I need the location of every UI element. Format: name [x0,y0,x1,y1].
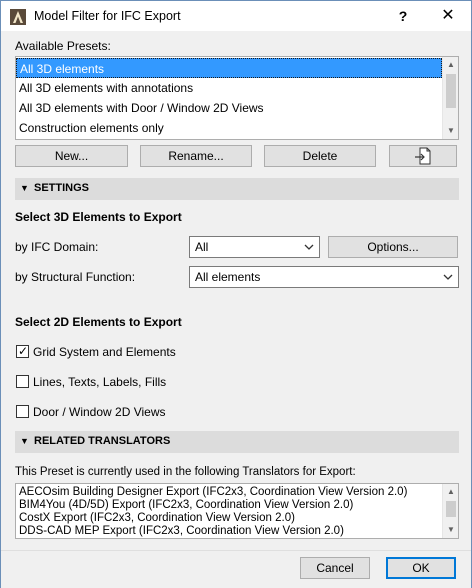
archicad-app-icon [10,9,26,25]
chevron-down-icon [443,274,453,280]
translator-item: AECOsim Building Designer Export (IFC2x3… [19,486,408,498]
settings-section-header[interactable]: ▼ SETTINGS [15,178,459,200]
grid-system-checkbox[interactable]: ✓ [16,344,29,358]
ifc-domain-dropdown[interactable]: All [189,236,320,258]
structural-function-value: All elements [195,270,261,284]
ifc-domain-value: All [195,240,209,254]
dialog-window: Model Filter for IFC Export ? ✕ Availabl… [0,0,472,588]
ifc-domain-label: by IFC Domain: [15,240,99,254]
door-window-views-checkbox[interactable] [16,405,29,418]
translators-scrollbar[interactable]: ▲ ▼ [442,484,458,538]
scroll-up-icon[interactable]: ▲ [443,484,458,500]
collapse-triangle-icon: ▼ [20,436,29,446]
preset-item-construction[interactable]: Construction elements only [16,118,442,138]
preset-item-door-window[interactable]: All 3D elements with Door / Window 2D Vi… [16,98,442,118]
dialog-footer: Cancel OK [1,550,471,588]
delete-preset-button[interactable]: Delete [264,145,376,167]
options-button[interactable]: Options... [328,236,458,258]
ok-button[interactable]: OK [386,557,456,579]
3d-elements-heading: Select 3D Elements to Export [15,210,182,224]
title-bar: Model Filter for IFC Export ? ✕ [1,1,471,31]
structural-function-label: by Structural Function: [15,270,136,284]
import-preset-button[interactable] [389,145,457,167]
preset-list-scrollbar[interactable]: ▲ ▼ [442,57,458,139]
chevron-down-icon [304,244,314,250]
translator-item: CostX Export (IFC2x3, Coordination View … [19,512,295,524]
2d-elements-heading: Select 2D Elements to Export [15,315,182,329]
scroll-up-icon[interactable]: ▲ [443,57,458,73]
import-file-icon [415,147,431,165]
scroll-thumb[interactable] [446,74,456,108]
new-preset-button[interactable]: New... [15,145,128,167]
scroll-down-icon[interactable]: ▼ [443,123,458,139]
window-title: Model Filter for IFC Export [34,9,181,23]
rename-preset-button[interactable]: Rename... [140,145,252,167]
translators-list[interactable]: AECOsim Building Designer Export (IFC2x3… [15,483,459,539]
related-translators-section-title: RELATED TRANSLATORS [34,435,171,447]
grid-system-label[interactable]: Grid System and Elements [33,345,176,359]
settings-section-title: SETTINGS [34,182,90,194]
translator-item: BIM4You (4D/5D) Export (IFC2x3, Coordina… [19,499,354,511]
scroll-down-icon[interactable]: ▼ [443,522,458,538]
related-translators-section-header[interactable]: ▼ RELATED TRANSLATORS [15,431,459,453]
collapse-triangle-icon: ▼ [20,183,29,193]
translator-item: DDS-CAD MEP Export (IFC2x3, Coordination… [19,525,344,537]
lines-texts-checkbox[interactable] [16,375,29,388]
door-window-views-label[interactable]: Door / Window 2D Views [33,405,166,419]
close-button[interactable]: ✕ [425,1,471,31]
translators-description: This Preset is currently used in the fol… [15,466,356,478]
structural-function-dropdown[interactable]: All elements [189,266,459,288]
preset-item-annotations[interactable]: All 3D elements with annotations [16,78,442,98]
preset-list[interactable]: All 3D elements All 3D elements with ann… [15,56,459,140]
available-presets-label: Available Presets: [15,39,111,53]
cancel-button[interactable]: Cancel [300,557,370,579]
lines-texts-label[interactable]: Lines, Texts, Labels, Fills [33,375,166,389]
scroll-thumb[interactable] [446,501,456,517]
help-button[interactable]: ? [381,1,425,31]
checkmark-icon: ✓ [18,344,29,358]
preset-item-all-3d[interactable]: All 3D elements [16,58,442,78]
